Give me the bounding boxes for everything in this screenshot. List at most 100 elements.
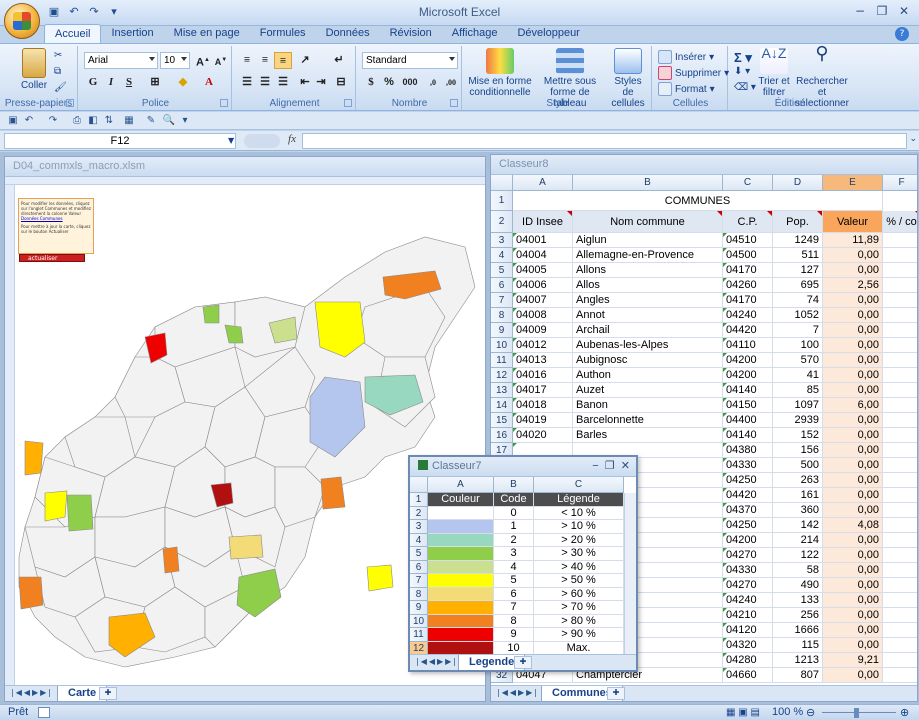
- table-cell[interactable]: 04170: [723, 263, 773, 278]
- table-cell[interactable]: 127: [773, 263, 823, 278]
- table-cell[interactable]: 04005: [513, 263, 573, 278]
- classeur7-window-controls[interactable]: − ❐ ✕: [592, 459, 630, 472]
- row-header[interactable]: 2: [491, 211, 513, 233]
- table-cell[interactable]: 04250: [723, 473, 773, 488]
- dialog-launcher-icon[interactable]: [66, 99, 74, 107]
- legend-label[interactable]: > 70 %: [534, 601, 624, 615]
- align-left-icon[interactable]: ☰: [238, 74, 256, 91]
- fill-color-icon[interactable]: ◆: [174, 74, 192, 91]
- legend-code[interactable]: 6: [494, 587, 534, 601]
- table-cell[interactable]: 0,00: [823, 338, 883, 353]
- increase-indent-icon[interactable]: ⇥: [312, 74, 330, 91]
- draw-icon[interactable]: ✎: [144, 114, 158, 128]
- legend-header[interactable]: Couleur: [428, 493, 494, 507]
- align-bottom-icon[interactable]: ≡: [274, 52, 292, 69]
- table-cell[interactable]: 2939: [773, 413, 823, 428]
- legend-code[interactable]: 9: [494, 628, 534, 642]
- row-header[interactable]: 4: [410, 533, 428, 547]
- row-header[interactable]: 13: [491, 383, 513, 398]
- legend-label[interactable]: > 10 %: [534, 520, 624, 534]
- legend-color-swatch[interactable]: [428, 574, 494, 588]
- table-cell[interactable]: 0,00: [823, 563, 883, 578]
- table-cell[interactable]: 74: [773, 293, 823, 308]
- legend-color-swatch[interactable]: [428, 601, 494, 615]
- table-cell[interactable]: 85: [773, 383, 823, 398]
- table-cell[interactable]: 490: [773, 578, 823, 593]
- table-cell[interactable]: [883, 653, 917, 668]
- classeur7-window[interactable]: Classeur7 − ❐ ✕ A B C 1 Couleur Code Légende 2 0…: [408, 455, 638, 672]
- align-center-icon[interactable]: ☰: [256, 74, 274, 91]
- tab-5[interactable]: Révision: [380, 24, 442, 44]
- sort-icon[interactable]: ⇅: [102, 114, 116, 128]
- column-header[interactable]: E: [823, 175, 883, 191]
- table-cell[interactable]: [883, 503, 917, 518]
- legend-label[interactable]: < 10 %: [534, 506, 624, 520]
- format-cells-button[interactable]: Format ▾: [658, 82, 715, 96]
- table-cell[interactable]: 360: [773, 503, 823, 518]
- sheet-nav-icons[interactable]: |◀◀▶▶|: [11, 688, 53, 697]
- classeur7-scrollbar[interactable]: [624, 493, 636, 657]
- legend-color-swatch[interactable]: [428, 628, 494, 642]
- table-cell[interactable]: 04330: [723, 563, 773, 578]
- decrease-decimal-icon[interactable]: ,00: [442, 74, 460, 91]
- legend-label[interactable]: > 50 %: [534, 574, 624, 588]
- table-cell[interactable]: 0,00: [823, 248, 883, 263]
- borders-icon[interactable]: ⊞: [146, 74, 164, 91]
- column-header[interactable]: D: [773, 175, 823, 191]
- table-cell[interactable]: 0,00: [823, 638, 883, 653]
- table-cell[interactable]: 04270: [723, 548, 773, 563]
- sheet-nav-icons[interactable]: |◀◀▶▶|: [416, 657, 458, 666]
- table-cell[interactable]: 511: [773, 248, 823, 263]
- align-top-icon[interactable]: ≡: [238, 52, 256, 69]
- table-cell[interactable]: 214: [773, 533, 823, 548]
- row-header[interactable]: 12: [491, 368, 513, 383]
- legend-label[interactable]: > 30 %: [534, 547, 624, 561]
- column-title[interactable]: Nom commune: [573, 211, 723, 233]
- column-title[interactable]: ID Insee: [513, 211, 573, 233]
- table-cell[interactable]: Allos: [573, 278, 723, 293]
- fill-icon[interactable]: ⬇ ▾: [734, 66, 750, 77]
- table-cell[interactable]: 695: [773, 278, 823, 293]
- close-button[interactable]: ✕: [893, 2, 915, 20]
- table-cell[interactable]: 04140: [723, 428, 773, 443]
- merge-icon[interactable]: ⊟: [332, 74, 350, 91]
- legend-color-swatch[interactable]: [428, 506, 494, 520]
- table-cell[interactable]: 04019: [513, 413, 573, 428]
- table-cell[interactable]: 04400: [723, 413, 773, 428]
- tab-7[interactable]: Développeur: [507, 24, 589, 44]
- table-cell[interactable]: [883, 263, 917, 278]
- office-button[interactable]: [4, 3, 40, 39]
- table-cell[interactable]: 04016: [513, 368, 573, 383]
- table-cell[interactable]: 0,00: [823, 443, 883, 458]
- row-header[interactable]: 6: [491, 278, 513, 293]
- table-cell[interactable]: 04200: [723, 353, 773, 368]
- table-cell[interactable]: [883, 608, 917, 623]
- legend-color-swatch[interactable]: [428, 520, 494, 534]
- table-cell[interactable]: 1052: [773, 308, 823, 323]
- table-cell[interactable]: 0,00: [823, 368, 883, 383]
- table-cell[interactable]: 04660: [723, 668, 773, 683]
- table-cell[interactable]: 0,00: [823, 263, 883, 278]
- table-cell[interactable]: 04200: [723, 533, 773, 548]
- row-header[interactable]: 4: [491, 248, 513, 263]
- legend-color-swatch[interactable]: [428, 533, 494, 547]
- row-header[interactable]: 8: [491, 308, 513, 323]
- legend-header[interactable]: Légende: [534, 493, 624, 507]
- table-cell[interactable]: 11,89: [823, 233, 883, 248]
- row-header[interactable]: 16: [491, 428, 513, 443]
- table-cell[interactable]: [883, 233, 917, 248]
- table-cell[interactable]: 0,00: [823, 383, 883, 398]
- table-cell[interactable]: Banon: [573, 398, 723, 413]
- font-color-icon[interactable]: A: [200, 74, 218, 91]
- table-cell[interactable]: 0,00: [823, 548, 883, 563]
- table-title[interactable]: COMMUNES: [513, 191, 883, 211]
- legend-code[interactable]: 8: [494, 614, 534, 628]
- table-cell[interactable]: 0,00: [823, 473, 883, 488]
- legend-color-swatch[interactable]: [428, 614, 494, 628]
- row-header[interactable]: 12: [410, 641, 428, 655]
- legend-color-swatch[interactable]: [428, 587, 494, 601]
- table-cell[interactable]: 0,00: [823, 578, 883, 593]
- table-cell[interactable]: [883, 293, 917, 308]
- zoom-slider[interactable]: [822, 712, 896, 713]
- table-cell[interactable]: [883, 563, 917, 578]
